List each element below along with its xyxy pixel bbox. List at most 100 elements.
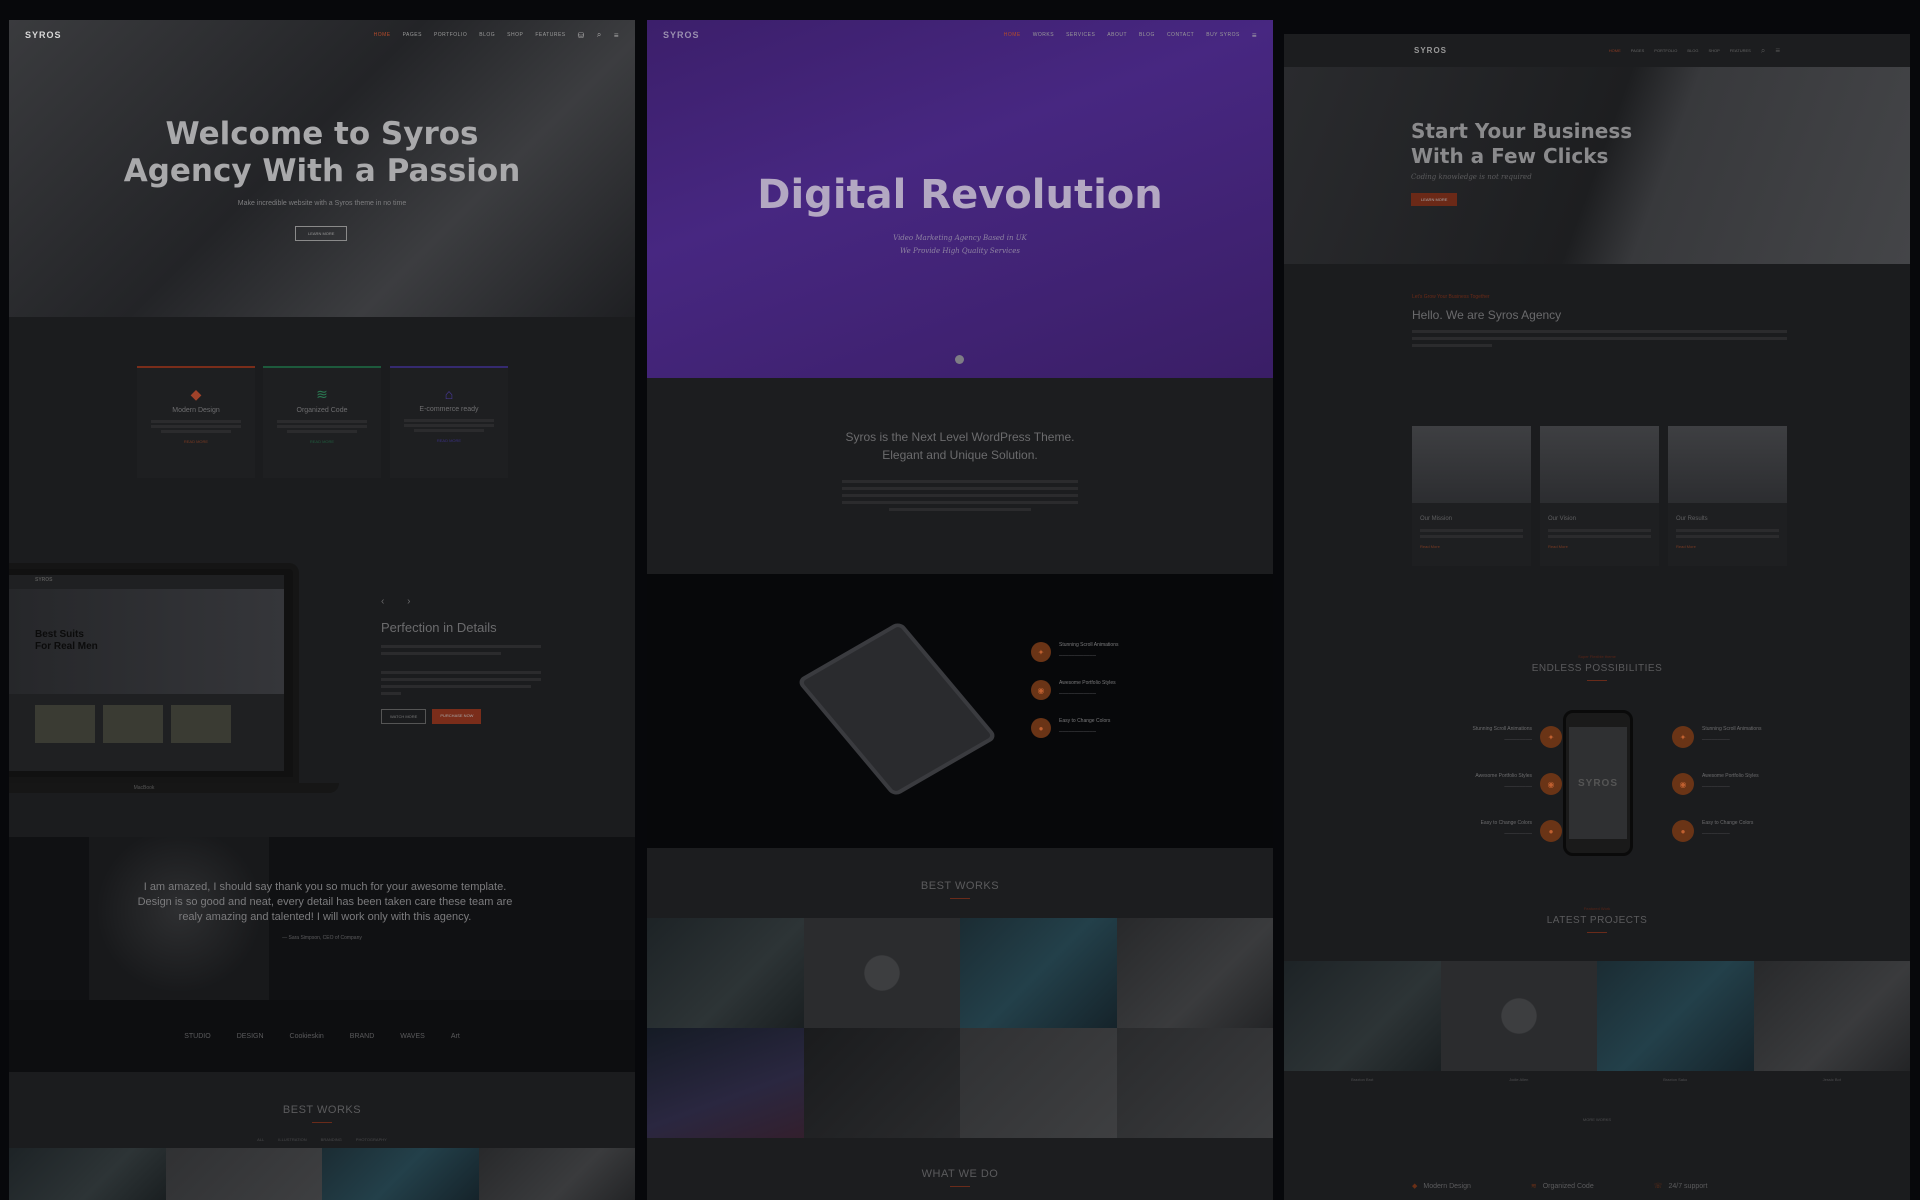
logo[interactable]: SYROS [25,30,62,40]
nav-item-pages[interactable]: PAGES [403,32,422,38]
client-logo: WAVES [400,1032,425,1040]
preview-column-3: SYROS HOME PAGES PORTFOLIO BLOG SHOP FEA… [1284,34,1910,1200]
read-more-link[interactable]: Read More [1412,541,1531,552]
nav-item-services[interactable]: SERVICES [1066,32,1095,38]
filter-branding[interactable]: BRANDING [321,1137,342,1142]
portfolio-item[interactable] [647,918,804,1028]
nav-item-shop[interactable]: SHOP [1708,48,1719,53]
portfolio-item[interactable] [803,918,960,1028]
laptop-label: MacBook [133,785,155,791]
portfolio-grid [1284,961,1910,1071]
bulb-icon: ✦ [1672,726,1694,748]
learn-more-button[interactable]: LEARN MORE [295,226,348,241]
support-icon: ☏ [1653,1183,1663,1190]
read-more-link[interactable]: READ MORE [263,439,381,444]
nav-item-contact[interactable]: CONTACT [1167,32,1194,38]
layers-icon: ≋ [316,386,328,402]
nav-item-features[interactable]: FEATURES [535,32,565,38]
nav-item-home[interactable]: HOME [1609,48,1621,53]
search-icon[interactable]: ⌕ [1761,46,1765,56]
read-more-link[interactable]: Read More [1540,541,1659,552]
feature-title: Modern Design [172,407,220,414]
feature-item: ☏ 24/7 support [1653,1183,1708,1190]
nav-item-portfolio[interactable]: PORTFOLIO [434,32,467,38]
hero-subtitle: Video Marketing Agency Based in UK We Pr… [893,234,1027,255]
testimonial-author: — Sara Simpson, CEO of Company [282,935,362,941]
logo[interactable]: SYROS [1414,46,1447,55]
nav-item-blog[interactable]: BLOG [1687,48,1698,53]
portfolio-item[interactable] [647,1028,804,1138]
feature-card: ⌂ E-commerce ready READ MORE [390,366,508,478]
nav-item-about[interactable]: ABOUT [1107,32,1127,38]
portfolio-item[interactable] [1753,961,1910,1071]
cart-icon[interactable]: ⛁ [578,31,585,40]
about-section: Let's Grow Your Business Together Hello.… [1412,264,1792,351]
portfolio-item[interactable] [803,1028,960,1138]
nav-item-features[interactable]: FEATURES [1730,48,1751,53]
feature-card: ≋ Organized Code READ MORE [263,366,381,478]
what-we-do-section: WHAT WE DO [647,1138,1273,1200]
nav-item-blog[interactable]: BLOG [479,32,495,38]
card-title: Our Vision [1548,516,1576,522]
filter-photography[interactable]: PHOTOGRAPHY [356,1137,387,1142]
nav-item-buy[interactable]: BUY SYROS [1206,32,1240,38]
purchase-now-button[interactable]: PURCHASE NOW [432,709,482,724]
drop-icon: ● [1031,718,1051,738]
portfolio-item[interactable] [1440,961,1597,1071]
watch-more-button[interactable]: WATCH MORE [381,709,427,724]
about-title: Hello. We are Syros Agency [1412,308,1562,322]
feature-item: ✦ Stunning Scroll Animations ▁▁▁▁▁▁▁▁▁▁▁▁ [1031,642,1171,662]
nav-item-portfolio[interactable]: PORTFOLIO [1654,48,1677,53]
read-more-link[interactable]: READ MORE [137,439,255,444]
slider-dot[interactable] [955,355,964,364]
portfolio-item[interactable] [1116,1028,1273,1138]
about-kicker: Let's Grow Your Business Together [1412,294,1490,300]
card-title: Our Results [1676,516,1708,522]
learn-more-button[interactable]: LEARN MORE [1411,193,1458,206]
more-works-button[interactable]: MORE WORKS [1284,1117,1910,1122]
hero-title: Start Your Business With a Few Clicks [1411,119,1633,168]
portfolio-item[interactable] [1597,961,1754,1071]
hero-subtitle: Coding knowledge is not required [1411,173,1532,181]
nav-item-home[interactable]: HOME [1004,32,1021,38]
bulb-icon: ✦ [1540,726,1562,748]
section-title: WHAT WE DO [921,1168,999,1180]
card-title: Our Mission [1420,516,1453,522]
read-more-link[interactable]: Read More [1668,541,1787,552]
hero-section: Start Your Business With a Few Clicks Co… [1284,67,1910,264]
logo[interactable]: SYROS [663,30,700,40]
filter-illustration[interactable]: ILLUSTRATION [278,1137,306,1142]
nav-item-home[interactable]: HOME [374,32,391,38]
hero-subtitle: Make incredible website with a Syros the… [237,200,407,207]
portfolio-grid [9,1148,635,1200]
read-more-link[interactable]: READ MORE [390,438,508,443]
filter-all[interactable]: ALL [257,1137,264,1142]
menu-icon[interactable]: ≡ [614,31,619,40]
card-image [1540,426,1659,503]
hero-title: Digital Revolution [757,172,1163,218]
nav-item-blog[interactable]: BLOG [1139,32,1155,38]
feature-item: ◉ Awesome Portfolio Styles ▁▁▁▁▁▁▁▁▁▁▁▁ [1031,680,1171,700]
portfolio-item[interactable] [960,1028,1117,1138]
search-icon[interactable]: ⌕ [597,30,602,40]
menu-icon[interactable]: ≡ [1775,46,1780,55]
laptop-mockup: SYROS Best Suits For Real Men MacBook [9,563,339,803]
nav-item-shop[interactable]: SHOP [507,32,523,38]
portfolio-item[interactable] [9,1148,166,1200]
card-accent [263,366,381,368]
feature-item: ✦ Stunning Scroll Animations ▁▁▁▁▁▁▁▁▁ [1672,726,1822,748]
nav-item-pages[interactable]: PAGES [1631,48,1645,53]
client-logo: BRAND [349,1032,375,1040]
portfolio-item[interactable] [165,1148,322,1200]
nav-item-works[interactable]: WORKS [1033,32,1054,38]
slider-arrows-icon[interactable]: ‹ › [381,596,420,607]
portfolio-item[interactable] [322,1148,479,1200]
portfolio-item[interactable] [478,1148,635,1200]
feature-item: Easy to Change Colors ▁▁▁▁▁▁▁▁▁ ● [1412,820,1562,842]
portfolio-item[interactable] [1116,918,1273,1028]
perfection-section: ‹ › Perfection in Details WATCH MORE PUR… [381,596,561,724]
portfolio-item[interactable] [1284,961,1441,1071]
menu-icon[interactable]: ≡ [1252,31,1257,40]
phone-screen: SYROS [1569,727,1627,839]
portfolio-item[interactable] [960,918,1117,1028]
